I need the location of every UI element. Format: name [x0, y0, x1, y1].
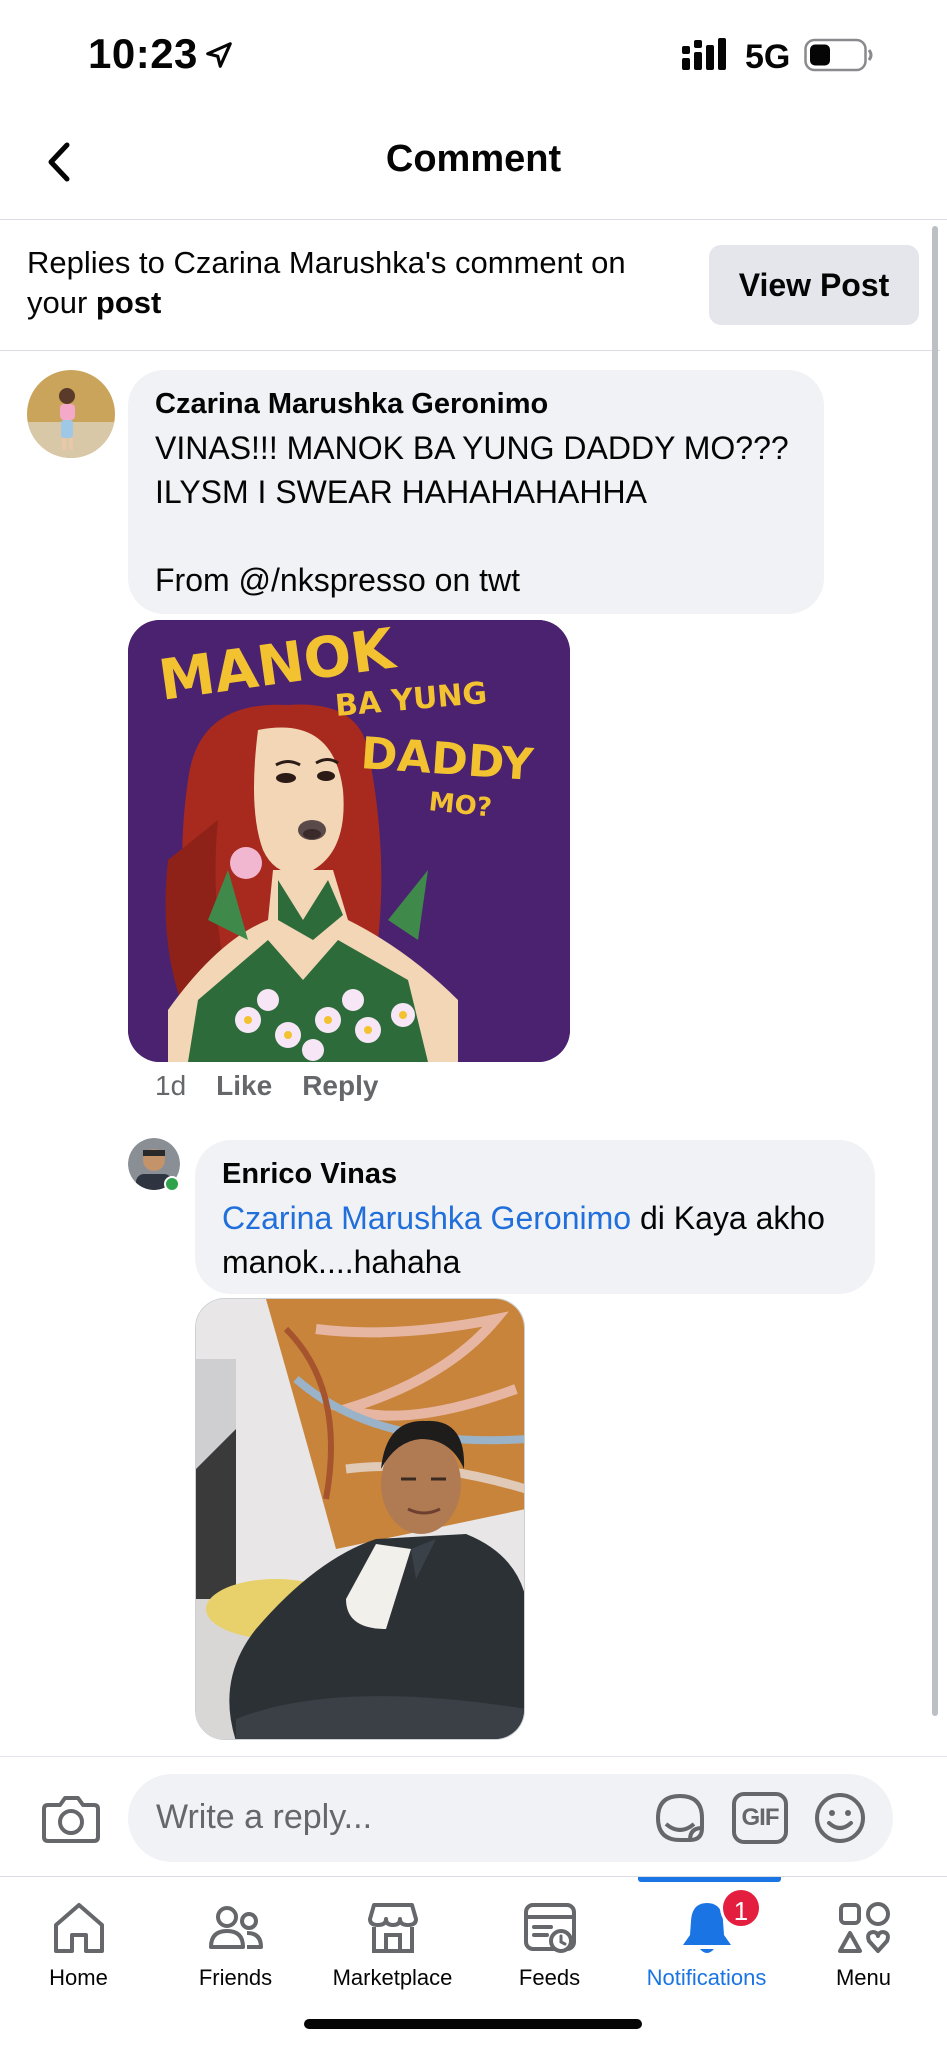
reply-composer: Write a reply... GIF — [0, 1756, 947, 1876]
profile-photo — [27, 370, 115, 458]
online-indicator — [164, 1176, 180, 1192]
page-title: Comment — [385, 138, 562, 180]
network-type: 5G — [745, 38, 791, 76]
marketplace-icon — [368, 1903, 418, 1953]
sticker-illustration: MANOK BA YUNG DADDY MO? — [128, 620, 570, 1062]
gif-label: GIF — [741, 1804, 780, 1831]
comment-author[interactable]: Czarina Marushka Geronimo — [155, 388, 548, 421]
nav-friends-label: Friends — [198, 1965, 273, 1990]
reply-placeholder: Write a reply... — [156, 1798, 373, 1836]
nav-marketplace-label: Marketplace — [332, 1965, 453, 1990]
battery-icon — [804, 38, 873, 72]
comment-text: VINAS!!! MANOK BA YUNG DADDY MO??? ILYSM… — [155, 430, 789, 598]
comment-bubble[interactable]: Czarina Marushka Geronimo VINAS!!! MANOK… — [128, 370, 824, 614]
nav-friends[interactable]: Friends — [157, 1877, 314, 2007]
like-button[interactable]: Like — [216, 1070, 272, 1102]
reply-input[interactable]: Write a reply... GIF — [128, 1774, 893, 1862]
avatar[interactable] — [128, 1138, 180, 1192]
comment-time: 1d — [155, 1070, 187, 1101]
home-icon — [54, 1903, 104, 1953]
menu-icon — [838, 1902, 890, 1953]
reply-button[interactable]: Reply — [302, 1070, 378, 1102]
scrollbar[interactable] — [932, 226, 938, 1716]
avatar[interactable] — [27, 370, 115, 458]
nav-home[interactable]: Home — [0, 1877, 157, 2007]
nav-marketplace[interactable]: Marketplace — [314, 1877, 471, 2007]
view-post-button[interactable]: View Post — [709, 245, 919, 325]
context-text: Replies to Czarina Marushka's comment on… — [27, 243, 677, 323]
bottom-nav: Home Friends Marketplace Feeds 1 Notific… — [0, 1876, 947, 2048]
comment-sticker[interactable]: MANOK BA YUNG DADDY MO? — [128, 620, 570, 1062]
reply-photo-image — [196, 1299, 524, 1739]
reply-photo[interactable] — [195, 1298, 525, 1740]
status-bar: 10:23 5G — [0, 0, 947, 110]
emoji-icon[interactable] — [812, 1790, 868, 1846]
nav-home-label: Home — [49, 1965, 108, 1990]
mention-link[interactable]: Czarina Marushka Geronimo — [222, 1200, 631, 1236]
gif-icon[interactable]: GIF — [732, 1792, 788, 1844]
status-time: 10:23 — [88, 30, 198, 77]
post-link[interactable]: post — [96, 285, 161, 320]
comment-actions: 1d Like Reply — [155, 1070, 378, 1102]
reply-bubble[interactable]: Enrico Vinas Czarina Marushka Geronimo d… — [195, 1140, 875, 1294]
reply-context-bar: Replies to Czarina Marushka's comment on… — [0, 221, 940, 351]
friends-icon — [209, 1906, 263, 1949]
nav-feeds[interactable]: Feeds — [471, 1877, 628, 2007]
nav-feeds-label: Feeds — [518, 1965, 581, 1990]
nav-menu-label: Menu — [835, 1965, 892, 1990]
nav-menu[interactable]: Menu — [785, 1877, 942, 2007]
camera-icon[interactable] — [40, 1787, 102, 1849]
header: Comment — [0, 110, 947, 220]
notification-badge: 1 — [720, 1887, 762, 1929]
signal-icon — [682, 38, 726, 70]
location-arrow-icon — [206, 42, 232, 68]
feeds-icon — [524, 1903, 576, 1953]
home-indicator — [304, 2019, 642, 2029]
nav-notifications-label: Notifications — [646, 1965, 767, 1990]
sticker-icon[interactable] — [652, 1790, 708, 1846]
reply-text: Czarina Marushka Geronimo di Kaya akho m… — [222, 1196, 862, 1284]
reply-author[interactable]: Enrico Vinas — [222, 1158, 397, 1191]
nav-notifications[interactable]: 1 Notifications — [628, 1877, 785, 2007]
